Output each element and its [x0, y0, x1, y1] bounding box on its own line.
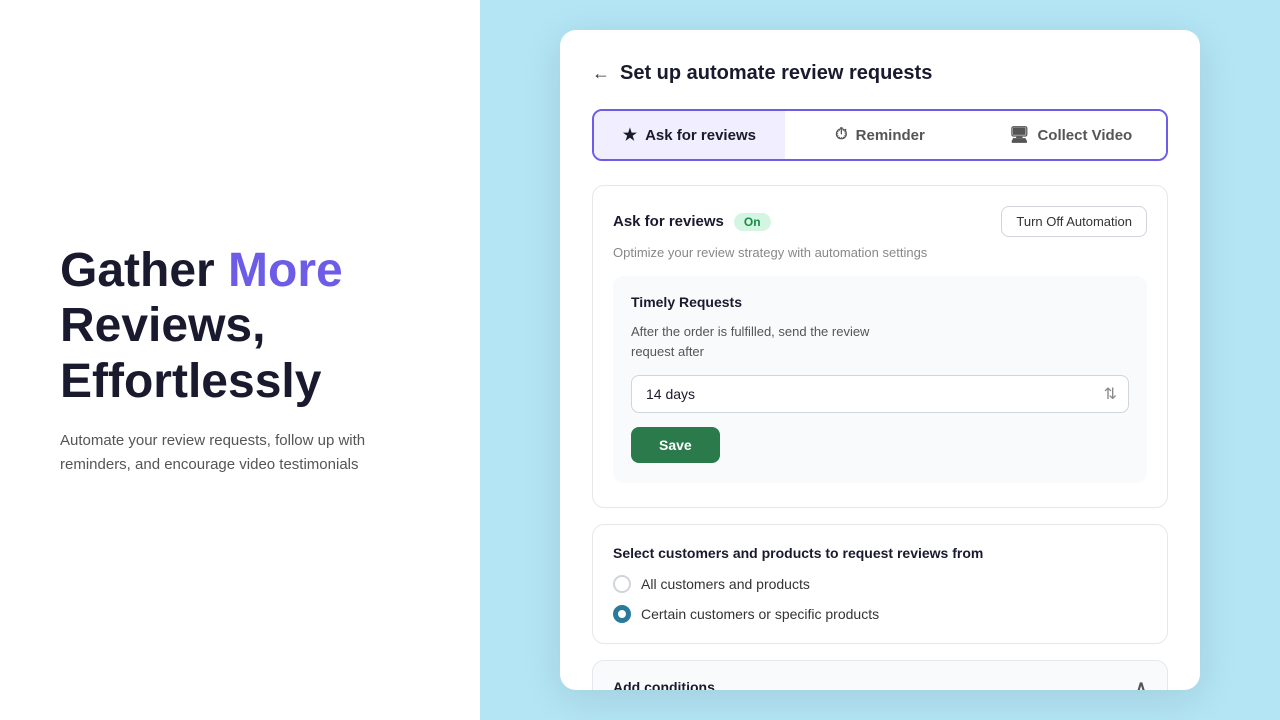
headline-gather: Gather	[60, 244, 228, 297]
headline-effortlessly: Effortlessly	[60, 355, 321, 408]
tab-video-label: Collect Video	[1037, 127, 1132, 144]
star-icon: ★	[623, 125, 637, 145]
tabs-container: ★ Ask for reviews ⏱ Reminder 🖥 Collect V…	[592, 109, 1168, 161]
section-header: Ask for reviews On Turn Off Automation	[613, 206, 1147, 237]
section-label: Ask for reviews	[613, 213, 724, 230]
ask-reviews-section: Ask for reviews On Turn Off Automation O…	[592, 185, 1168, 508]
left-panel: Gather More Reviews, Effortlessly Automa…	[0, 0, 480, 720]
monitor-icon: 🖥	[1009, 125, 1029, 145]
card-title: Set up automate review requests	[620, 62, 932, 85]
days-select[interactable]: 1 day 3 days 7 days 14 days 30 days	[631, 375, 1129, 413]
radio-circle-certain	[613, 605, 631, 623]
tab-collect-video[interactable]: 🖥 Collect Video	[975, 111, 1166, 159]
left-subtext: Automate your review requests, follow up…	[60, 429, 420, 477]
headline-reviews: Reviews,	[60, 299, 265, 352]
tab-reminder-label: Reminder	[856, 127, 925, 144]
tab-reminder[interactable]: ⏱ Reminder	[785, 111, 976, 159]
turn-off-automation-button[interactable]: Turn Off Automation	[1001, 206, 1147, 237]
radio-all-label: All customers and products	[641, 576, 810, 592]
headline: Gather More Reviews, Effortlessly	[60, 243, 420, 409]
radio-all[interactable]: All customers and products	[613, 575, 1147, 593]
right-panel: ← Set up automate review requests ★ Ask …	[480, 0, 1280, 720]
save-button[interactable]: Save	[631, 427, 720, 463]
section-header-left: Ask for reviews On	[613, 213, 771, 231]
conditions-header[interactable]: Add conditions ∧	[593, 661, 1167, 690]
section-desc: Optimize your review strategy with autom…	[613, 245, 1147, 260]
customer-section-title: Select customers and products to request…	[613, 545, 1147, 561]
timely-title: Timely Requests	[631, 294, 1129, 310]
clock-icon: ⏱	[835, 126, 847, 144]
conditions-box: Add conditions ∧ Select Type Select Cond…	[592, 660, 1168, 690]
card-header: ← Set up automate review requests	[592, 62, 1168, 85]
customer-section: Select customers and products to request…	[592, 524, 1168, 644]
timely-requests-box: Timely Requests After the order is fulfi…	[613, 276, 1147, 483]
radio-circle-all	[613, 575, 631, 593]
main-card: ← Set up automate review requests ★ Ask …	[560, 30, 1200, 690]
days-select-wrapper: 1 day 3 days 7 days 14 days 30 days ⇅	[631, 375, 1129, 413]
radio-certain[interactable]: Certain customers or specific products	[613, 605, 1147, 623]
tab-ask-reviews[interactable]: ★ Ask for reviews	[594, 111, 785, 159]
back-button[interactable]: ←	[592, 63, 610, 84]
radio-certain-label: Certain customers or specific products	[641, 606, 879, 622]
radio-group: All customers and products Certain custo…	[613, 575, 1147, 623]
timely-desc: After the order is fulfilled, send the r…	[631, 322, 1129, 361]
tab-ask-label: Ask for reviews	[645, 127, 756, 144]
chevron-up-icon: ∧	[1135, 677, 1147, 690]
headline-more: More	[228, 244, 343, 297]
conditions-title: Add conditions	[613, 679, 715, 690]
status-badge: On	[734, 213, 771, 231]
